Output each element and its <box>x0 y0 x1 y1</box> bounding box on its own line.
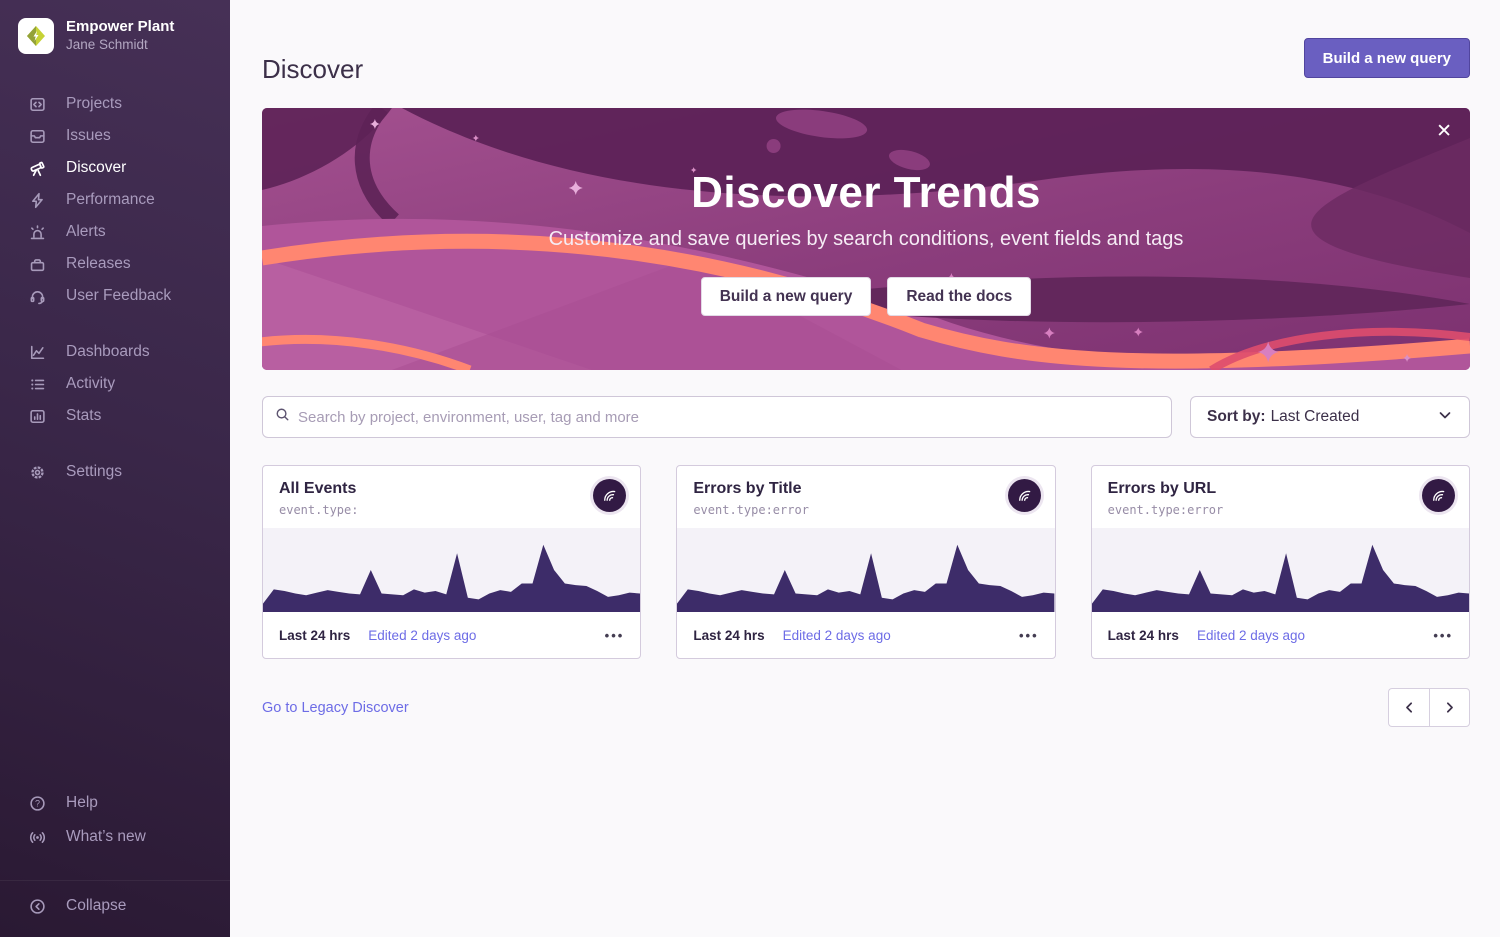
sidebar-item-label: Alerts <box>66 221 106 243</box>
card-edited: Edited 2 days ago <box>1197 628 1305 643</box>
card-timeframe: Last 24 hrs <box>279 628 350 643</box>
card-sparkline-chart <box>677 528 1054 612</box>
search-icon <box>275 407 290 427</box>
sidebar-item-stats[interactable]: Stats <box>0 400 230 432</box>
sidebar-item-alerts[interactable]: Alerts <box>0 216 230 248</box>
performance-icon <box>28 191 46 209</box>
issues-icon <box>28 127 46 145</box>
more-menu-icon[interactable]: ••• <box>1019 628 1039 643</box>
sidebar-item-label: Activity <box>66 373 115 395</box>
broadcast-icon <box>28 828 46 846</box>
projects-icon <box>28 95 46 113</box>
previous-page-button[interactable] <box>1388 688 1429 727</box>
sentry-avatar-icon <box>1008 479 1041 512</box>
card-sparkline-chart <box>1092 528 1469 612</box>
sidebar-item-label: Stats <box>66 405 101 427</box>
card-timeframe: Last 24 hrs <box>1108 628 1179 643</box>
org-switcher[interactable]: Empower Plant Jane Schmidt <box>0 18 230 54</box>
sidebar-item-label: User Feedback <box>66 285 171 307</box>
stats-icon <box>28 407 46 425</box>
main-content: Build a new query Discover <box>230 0 1500 937</box>
sidebar-item-label: Issues <box>66 125 111 147</box>
user-feedback-icon <box>28 287 46 305</box>
banner-build-query-button[interactable]: Build a new query <box>701 277 872 316</box>
sort-dropdown[interactable]: Sort by: Last Created <box>1190 396 1470 438</box>
card-edited: Edited 2 days ago <box>368 628 476 643</box>
sidebar-item-user-feedback[interactable]: User Feedback <box>0 280 230 312</box>
sentry-avatar-icon <box>1422 479 1455 512</box>
org-logo-icon <box>18 18 54 54</box>
sidebar-item-help[interactable]: ? Help <box>0 786 230 820</box>
sort-label: Sort by: <box>1207 408 1266 426</box>
collapse-icon <box>28 897 46 915</box>
pagination <box>1388 688 1470 727</box>
next-page-button[interactable] <box>1429 688 1470 727</box>
sidebar-item-performance[interactable]: Performance <box>0 184 230 216</box>
card-query: event.type:error <box>693 503 1038 517</box>
sidebar-collapse-button[interactable]: Collapse <box>0 889 230 923</box>
activity-icon <box>28 375 46 393</box>
sidebar-item-label: Collapse <box>66 895 126 917</box>
card-title: All Events <box>279 480 624 498</box>
card-title: Errors by URL <box>1108 480 1453 498</box>
sidebar-footer: ? Help What’s new Collapse <box>0 786 230 937</box>
sidebar-item-label: Help <box>66 792 98 814</box>
sidebar-item-label: Projects <box>66 93 122 115</box>
sidebar-item-discover[interactable]: Discover <box>0 152 230 184</box>
sidebar-item-label: What’s new <box>66 826 146 848</box>
settings-icon <box>28 463 46 481</box>
sidebar-item-label: Discover <box>66 157 126 179</box>
sidebar-item-whats-new[interactable]: What’s new <box>0 820 230 854</box>
close-icon[interactable]: ✕ <box>1436 122 1452 141</box>
dashboards-icon <box>28 343 46 361</box>
sidebar-item-label: Releases <box>66 253 131 275</box>
sidebar-item-label: Dashboards <box>66 341 150 363</box>
more-menu-icon[interactable]: ••• <box>605 628 625 643</box>
card-sparkline-chart <box>263 528 640 612</box>
build-new-query-button[interactable]: Build a new query <box>1304 38 1470 78</box>
sidebar-item-dashboards[interactable]: Dashboards <box>0 336 230 368</box>
query-card-all-events[interactable]: All Events event.type: Last 24 hrs Edite… <box>262 465 641 659</box>
sidebar-item-label: Settings <box>66 461 122 483</box>
org-user: Jane Schmidt <box>66 37 174 54</box>
search-box[interactable] <box>262 396 1172 438</box>
card-edited: Edited 2 days ago <box>783 628 891 643</box>
discover-icon <box>28 159 46 177</box>
sidebar: Empower Plant Jane Schmidt Projects Issu… <box>0 0 230 937</box>
sidebar-item-settings[interactable]: Settings <box>0 456 230 488</box>
svg-text:?: ? <box>34 798 39 808</box>
sidebar-nav: Projects Issues Discover <box>0 88 230 786</box>
alerts-icon <box>28 223 46 241</box>
search-input[interactable] <box>298 409 1159 426</box>
sidebar-item-label: Performance <box>66 189 155 211</box>
chevron-down-icon <box>1437 407 1453 428</box>
sidebar-item-issues[interactable]: Issues <box>0 120 230 152</box>
org-name: Empower Plant <box>66 18 174 37</box>
card-query: event.type:error <box>1108 503 1453 517</box>
query-card-errors-by-title[interactable]: Errors by Title event.type:error Last 24… <box>676 465 1055 659</box>
sidebar-item-projects[interactable]: Projects <box>0 88 230 120</box>
saved-queries-grid: All Events event.type: Last 24 hrs Edite… <box>262 465 1470 659</box>
help-icon: ? <box>28 794 46 812</box>
releases-icon <box>28 255 46 273</box>
banner-read-docs-button[interactable]: Read the docs <box>887 277 1031 316</box>
card-query: event.type: <box>279 503 624 517</box>
sort-value: Last Created <box>1271 408 1360 426</box>
discover-trends-banner: ✕ Discover Trends Customize and save que… <box>262 108 1470 370</box>
legacy-discover-link[interactable]: Go to Legacy Discover <box>262 700 409 716</box>
banner-title: Discover Trends <box>262 168 1470 218</box>
more-menu-icon[interactable]: ••• <box>1433 628 1453 643</box>
toolbar: Sort by: Last Created <box>262 396 1470 438</box>
card-title: Errors by Title <box>693 480 1038 498</box>
sidebar-item-activity[interactable]: Activity <box>0 368 230 400</box>
query-card-errors-by-url[interactable]: Errors by URL event.type:error Last 24 h… <box>1091 465 1470 659</box>
banner-subtitle: Customize and save queries by search con… <box>262 228 1470 251</box>
page-title: Discover <box>262 0 1470 85</box>
sidebar-item-releases[interactable]: Releases <box>0 248 230 280</box>
card-timeframe: Last 24 hrs <box>693 628 764 643</box>
